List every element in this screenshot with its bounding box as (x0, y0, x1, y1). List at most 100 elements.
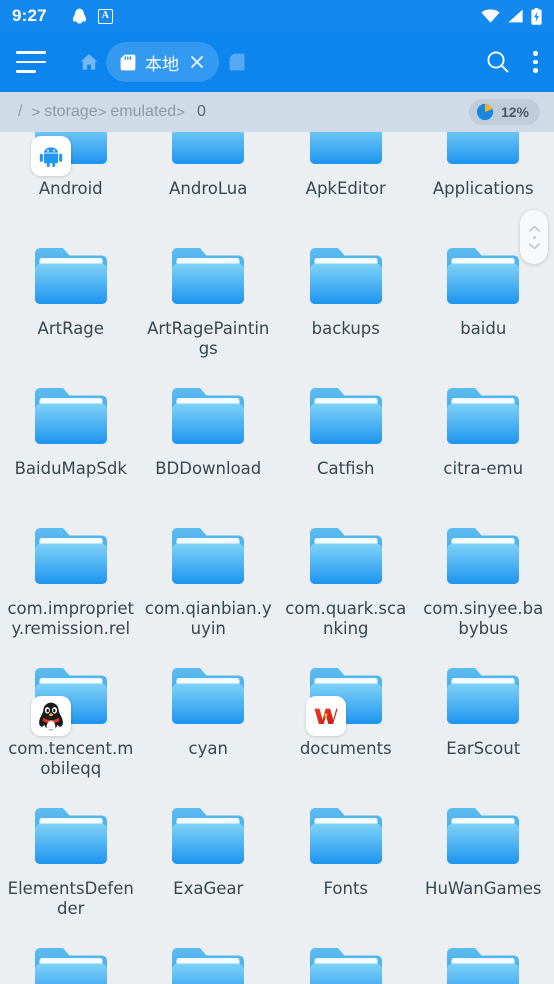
folder-icon (172, 668, 245, 724)
file-icon-area (170, 386, 246, 452)
breadcrumb-segment-0[interactable]: 0 (197, 103, 206, 121)
file-grid-item-row7-27[interactable] (415, 942, 553, 984)
file-grid-item-ApkEditor[interactable]: ApkEditor (277, 132, 415, 242)
home-icon[interactable] (78, 51, 100, 73)
file-name-label: backups (311, 319, 380, 338)
more-vertical-icon[interactable] (533, 50, 538, 74)
folder-icon (309, 388, 382, 444)
file-grid-item-BDDownload[interactable]: BDDownload (140, 382, 278, 522)
file-grid-item-AndroLua[interactable]: AndroLua (140, 132, 278, 242)
file-name-label: Android (38, 179, 103, 198)
hamburger-menu-icon[interactable] (16, 51, 46, 73)
file-grid-item-documents[interactable]: documents (277, 662, 415, 802)
file-name-label: ApkEditor (305, 179, 386, 198)
file-name-label: com.tencent.mobileqq (8, 739, 134, 778)
file-grid-item-com.impropriety.remission.rel[interactable]: com.impropriety.remission.rel (2, 522, 140, 662)
status-bar-clock: 9:27 (12, 6, 47, 25)
file-grid-item-Fonts[interactable]: Fonts (277, 802, 415, 942)
tab-strip: 本地 (78, 42, 485, 82)
tab-local[interactable]: 本地 (106, 42, 219, 82)
file-name-label: com.sinyee.babybus (423, 599, 544, 638)
file-grid-item-ArtRage[interactable]: ArtRage (2, 242, 140, 382)
file-icon-area (445, 946, 521, 984)
sd-card-icon[interactable] (229, 53, 245, 71)
folder-icon (309, 132, 382, 164)
file-icon-area (445, 806, 521, 872)
breadcrumb: / > storage > emulated > 0 12% (0, 92, 554, 132)
file-grid-item-backups[interactable]: backups (277, 242, 415, 382)
file-name-label: ArtRagePaintings (147, 319, 270, 358)
file-grid-item-BaiduMapSdk[interactable]: BaiduMapSdk (2, 382, 140, 522)
app-toolbar: 本地 (0, 32, 554, 92)
folder-icon (34, 808, 107, 864)
breadcrumb-segment-emulated[interactable]: emulated (110, 103, 176, 121)
file-grid-item-row7-25[interactable] (140, 942, 278, 984)
file-name-label: citra-emu (443, 459, 524, 478)
file-icon-area (305, 666, 384, 736)
file-icon-area (33, 946, 109, 984)
folder-icon (172, 948, 245, 984)
file-name-label: ElementsDefender (7, 879, 134, 918)
file-name-label: ExaGear (173, 879, 244, 898)
file-grid-item-row7-26[interactable] (277, 942, 415, 984)
file-grid-item-citra-emu[interactable]: citra-emu (415, 382, 553, 522)
file-name-label: com.quark.scanking (285, 599, 407, 638)
file-icon-area (170, 246, 246, 312)
file-grid-item-com.qianbian.yuyin[interactable]: com.qianbian.yuyin (140, 522, 278, 662)
file-icon-area (308, 806, 384, 872)
folder-icon (447, 528, 520, 584)
status-bar-left: 9:27 A (12, 6, 481, 26)
folder-icon (447, 388, 520, 444)
file-name-label: baidu (460, 319, 507, 338)
file-grid-item-Catfish[interactable]: Catfish (277, 382, 415, 522)
file-grid-item-cyan[interactable]: cyan (140, 662, 278, 802)
file-grid-item-row7-24[interactable] (2, 942, 140, 984)
file-grid-item-com.quark.scanking[interactable]: com.quark.scanking (277, 522, 415, 662)
file-grid-item-com.tencent.mobileqq[interactable]: com.tencent.mobileqq (2, 662, 140, 802)
folder-icon (447, 948, 520, 984)
folder-icon (34, 388, 107, 444)
breadcrumb-separator: > (31, 103, 41, 121)
file-icon-area (445, 526, 521, 592)
wifi-icon (481, 9, 500, 23)
file-grid-item-EarScout[interactable]: EarScout (415, 662, 553, 802)
search-icon[interactable] (485, 49, 511, 75)
chevron-down-icon (528, 242, 540, 249)
file-icon-area (170, 526, 246, 592)
tab-local-label: 本地 (145, 54, 179, 75)
file-grid-item-Android[interactable]: Android (2, 132, 140, 242)
file-grid: Android AndroLua ApkEditor Applications … (0, 132, 554, 984)
folder-icon (309, 248, 382, 304)
sd-card-icon (120, 54, 136, 70)
folder-icon (172, 248, 245, 304)
file-name-label: Catfish (316, 459, 375, 478)
file-name-label: EarScout (446, 739, 521, 758)
folder-icon (172, 132, 245, 164)
file-grid-item-ElementsDefender[interactable]: ElementsDefender (2, 802, 140, 942)
status-bar-right (481, 7, 542, 25)
folder-icon (447, 808, 520, 864)
file-icon-area (308, 946, 384, 984)
file-name-label: com.qianbian.yuyin (144, 599, 272, 638)
file-grid-item-com.sinyee.babybus[interactable]: com.sinyee.babybus (415, 522, 553, 662)
file-icon-area (308, 246, 384, 312)
file-icon-area (33, 386, 109, 452)
breadcrumb-root[interactable]: / (18, 103, 22, 121)
file-icon-area (445, 666, 521, 732)
file-grid-item-HuWanGames[interactable]: HuWanGames (415, 802, 553, 942)
folder-icon (34, 948, 107, 984)
file-icon-area (170, 132, 246, 172)
file-grid-item-ArtRagePaintings[interactable]: ArtRagePaintings (140, 242, 278, 382)
storage-usage-chip[interactable]: 12% (468, 99, 540, 125)
breadcrumb-separator: > (97, 103, 107, 121)
close-icon[interactable] (188, 53, 206, 71)
file-name-label: BaiduMapSdk (14, 459, 127, 478)
folder-icon (447, 668, 520, 724)
file-icon-area (170, 806, 246, 872)
file-name-label: HuWanGames (425, 879, 542, 898)
breadcrumb-segment-storage[interactable]: storage (44, 103, 97, 121)
file-grid-item-ExaGear[interactable]: ExaGear (140, 802, 278, 942)
file-grid-container[interactable]: Android AndroLua ApkEditor Applications … (0, 132, 554, 984)
file-name-label: cyan (188, 739, 228, 758)
scrollbar-handle[interactable] (520, 210, 548, 264)
